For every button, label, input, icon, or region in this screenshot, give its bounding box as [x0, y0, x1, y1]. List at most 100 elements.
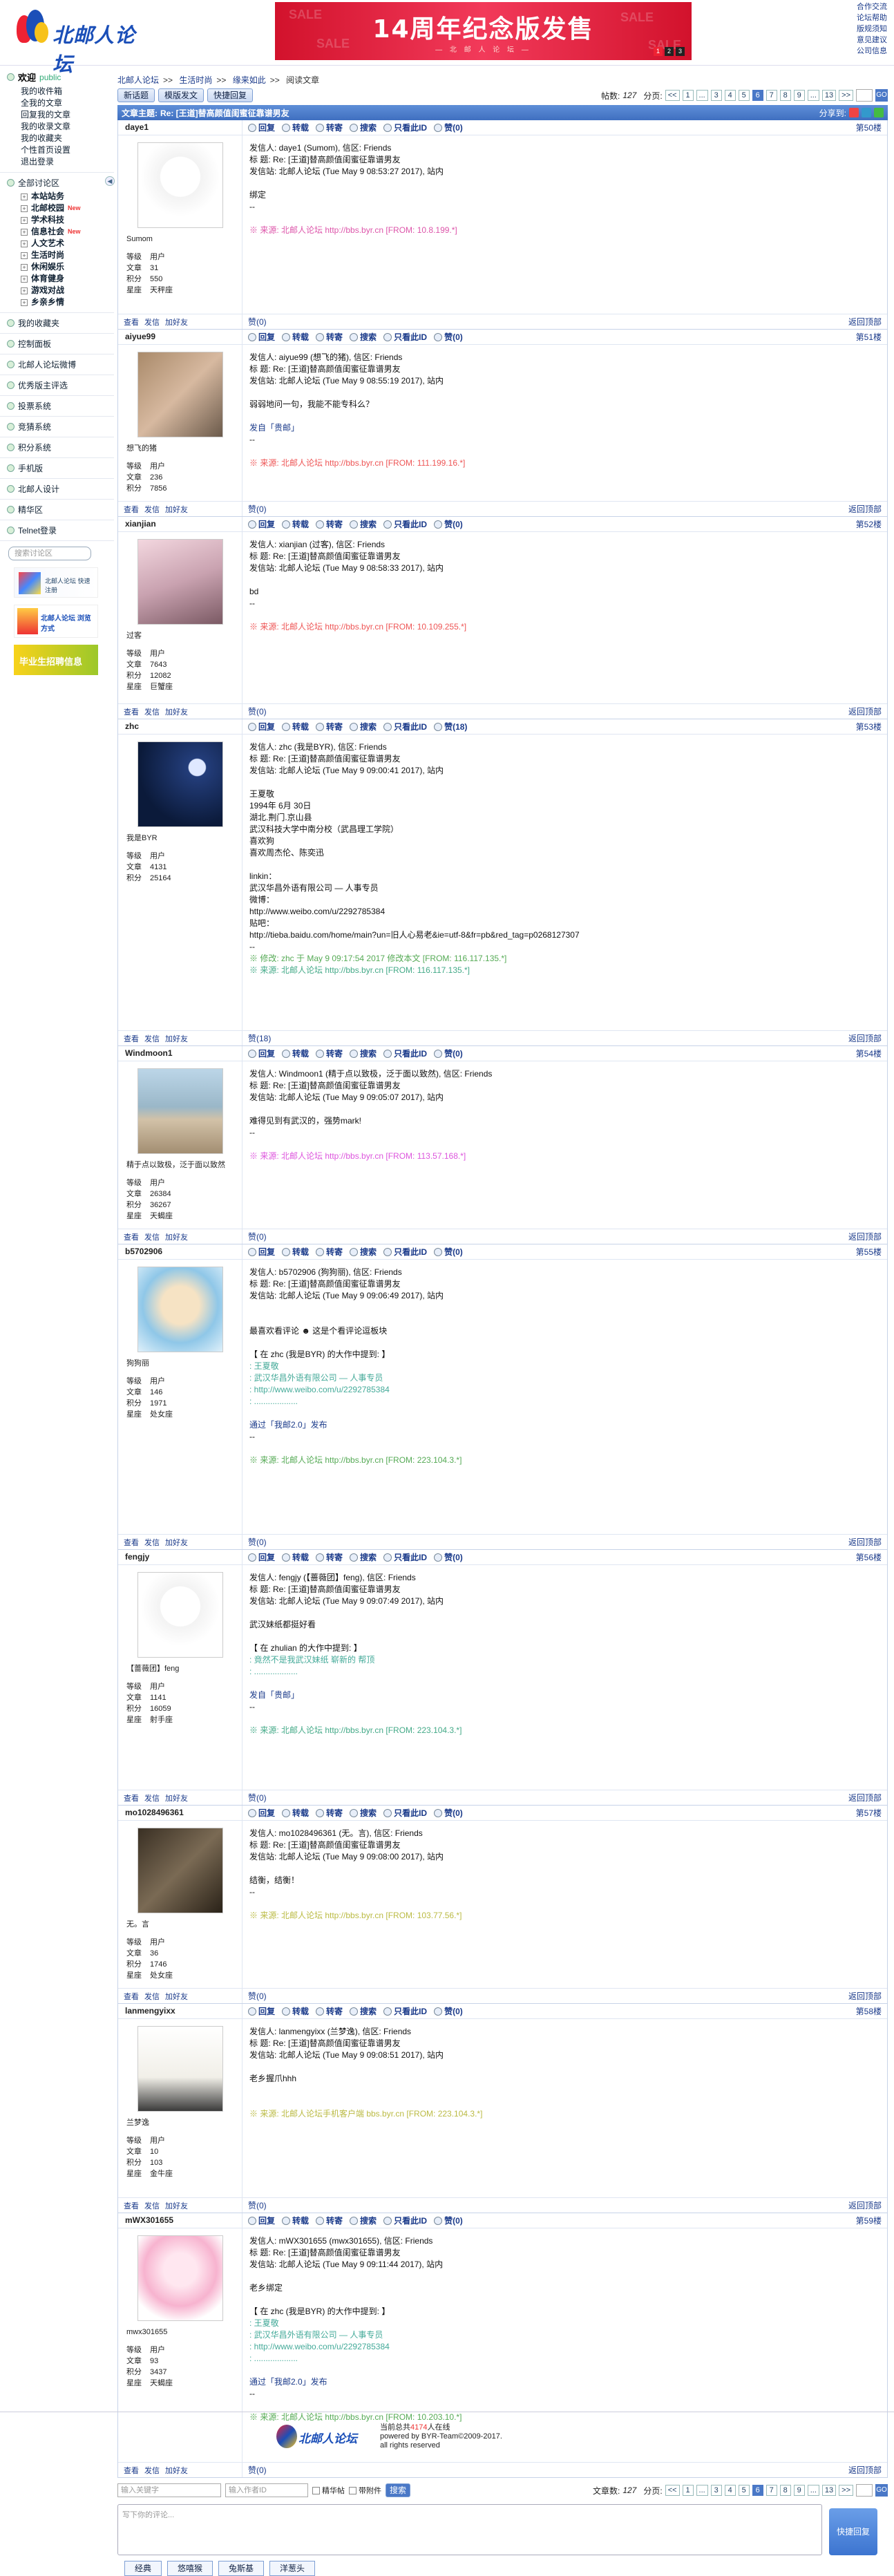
repost-action[interactable]: 转寄	[316, 1551, 343, 1563]
page-link[interactable]: 8	[779, 90, 791, 101]
like-link[interactable]: 赞(0)	[248, 1990, 267, 2002]
expand-icon[interactable]: +	[21, 193, 28, 200]
emoji-tab[interactable]: 兔斯基	[218, 2561, 265, 2576]
page-link[interactable]: ...	[807, 2485, 819, 2496]
board-item[interactable]: + 体育健身	[21, 273, 114, 285]
expand-icon[interactable]: +	[21, 275, 28, 283]
only-author-action[interactable]: 只看此ID	[383, 2005, 427, 2017]
reply-textarea[interactable]: 写下你的评论...	[117, 2504, 822, 2555]
sidebar-menu-item[interactable]: 控制面板	[0, 334, 114, 354]
sidebar-menu-item[interactable]: 北邮人设计	[0, 479, 114, 500]
user-link[interactable]: 退出登录	[21, 156, 114, 168]
page-link[interactable]: 9	[793, 90, 805, 101]
renren-share-icon[interactable]	[862, 108, 871, 117]
post-author-id[interactable]: mo1028496361	[118, 1806, 242, 1820]
forward-action[interactable]: 转载	[282, 1551, 309, 1563]
send-mail-link[interactable]: 发信	[144, 2200, 160, 2211]
back-to-top-link[interactable]: 返回顶部	[848, 1990, 882, 2002]
avatar[interactable]	[137, 352, 223, 437]
reply-action[interactable]: 回复	[248, 1807, 275, 1819]
search-action[interactable]: 搜索	[350, 2005, 377, 2017]
view-profile-link[interactable]: 查看	[124, 1991, 139, 2002]
page-link[interactable]: 7	[765, 2485, 777, 2496]
only-author-action[interactable]: 只看此ID	[383, 1807, 427, 1819]
board-item[interactable]: + 信息社会 New	[21, 226, 114, 238]
like-action[interactable]: 赞(0)	[434, 122, 463, 133]
like-action[interactable]: 赞(18)	[434, 721, 467, 732]
search-button[interactable]: 搜索	[386, 2483, 411, 2497]
repost-action[interactable]: 转寄	[316, 2005, 343, 2017]
board-item[interactable]: + 北邮校园 New	[21, 202, 114, 214]
forum-title[interactable]: 全部讨论区	[18, 177, 59, 189]
repost-action[interactable]: 转寄	[316, 331, 343, 343]
like-link[interactable]: 赞(0)	[248, 316, 267, 328]
send-mail-link[interactable]: 发信	[144, 504, 160, 515]
banner-dot[interactable]: 2	[665, 47, 674, 56]
search-action[interactable]: 搜索	[350, 1807, 377, 1819]
reply-action[interactable]: 回复	[248, 2005, 275, 2017]
repost-action[interactable]: 转寄	[316, 1246, 343, 1258]
post-author-id[interactable]: zhc	[118, 719, 242, 734]
expand-icon[interactable]: +	[21, 228, 28, 236]
forward-action[interactable]: 转载	[282, 2215, 309, 2226]
sidebar-menu-item[interactable]: 北邮人论坛微博	[0, 354, 114, 375]
like-link[interactable]: 赞(0)	[248, 1792, 267, 1803]
like-action[interactable]: 赞(0)	[434, 1551, 463, 1563]
search-action[interactable]: 搜索	[350, 1048, 377, 1059]
post-author-id[interactable]: Windmoon1	[118, 1046, 242, 1061]
add-friend-link[interactable]: 加好友	[165, 2200, 188, 2211]
expand-icon[interactable]: +	[21, 240, 28, 247]
search-action[interactable]: 搜索	[350, 721, 377, 732]
board-item[interactable]: + 游戏对战	[21, 285, 114, 296]
forward-action[interactable]: 转载	[282, 122, 309, 133]
add-friend-link[interactable]: 加好友	[165, 316, 188, 328]
collapse-sidebar-icon[interactable]: ◀	[105, 176, 115, 186]
crumb-item[interactable]: 生活时尚	[179, 75, 212, 85]
avatar[interactable]	[137, 142, 223, 228]
avatar[interactable]	[137, 1068, 223, 1154]
floor-number[interactable]: 第59楼	[856, 2215, 882, 2226]
digest-checkbox[interactable]: 精华帖	[312, 2485, 345, 2496]
page-link[interactable]: 6	[752, 90, 763, 101]
back-to-top-link[interactable]: 返回顶部	[848, 1792, 882, 1803]
user-link[interactable]: 回复我的文章	[21, 109, 114, 121]
view-profile-link[interactable]: 查看	[124, 2465, 139, 2476]
avatar[interactable]	[137, 1267, 223, 1352]
repost-action[interactable]: 转寄	[316, 518, 343, 530]
only-author-action[interactable]: 只看此ID	[383, 122, 427, 133]
add-friend-link[interactable]: 加好友	[165, 706, 188, 717]
weibo-share-icon[interactable]	[849, 108, 859, 117]
floor-number[interactable]: 第52楼	[856, 518, 882, 530]
reply-action[interactable]: 回复	[248, 2215, 275, 2226]
search-action[interactable]: 搜索	[350, 331, 377, 343]
expand-icon[interactable]: +	[21, 287, 28, 294]
like-link[interactable]: 赞(18)	[248, 1032, 271, 1044]
page-link[interactable]: <<	[665, 90, 680, 101]
forward-action[interactable]: 转载	[282, 721, 309, 732]
reply-action[interactable]: 回复	[248, 1048, 275, 1059]
page-link[interactable]: 13	[821, 90, 837, 101]
add-friend-link[interactable]: 加好友	[165, 2465, 188, 2476]
sidebar-menu-item[interactable]: Telnet登录	[0, 520, 114, 541]
reply-action[interactable]: 回复	[248, 1246, 275, 1258]
page-input[interactable]	[856, 2484, 873, 2497]
back-to-top-link[interactable]: 返回顶部	[848, 1536, 882, 1548]
add-friend-link[interactable]: 加好友	[165, 1991, 188, 2002]
send-mail-link[interactable]: 发信	[144, 1231, 160, 1242]
forward-action[interactable]: 转载	[282, 331, 309, 343]
send-mail-link[interactable]: 发信	[144, 1792, 160, 1803]
send-mail-link[interactable]: 发信	[144, 1033, 160, 1044]
view-profile-link[interactable]: 查看	[124, 1792, 139, 1803]
like-action[interactable]: 赞(0)	[434, 1048, 463, 1059]
top-link[interactable]: 公司信息	[857, 46, 887, 57]
page-link[interactable]: >>	[839, 90, 853, 101]
expand-icon[interactable]: +	[21, 252, 28, 259]
send-mail-link[interactable]: 发信	[144, 1991, 160, 2002]
username[interactable]: public	[39, 73, 61, 82]
new-post-button[interactable]: 新话题	[117, 88, 155, 102]
keyword-input[interactable]: 输入关键字	[117, 2483, 221, 2497]
page-link[interactable]: ...	[696, 2485, 708, 2496]
reply-action[interactable]: 回复	[248, 721, 275, 732]
board-item[interactable]: + 学术科技	[21, 214, 114, 226]
quick-reply-button[interactable]: 快捷回复	[207, 88, 254, 102]
